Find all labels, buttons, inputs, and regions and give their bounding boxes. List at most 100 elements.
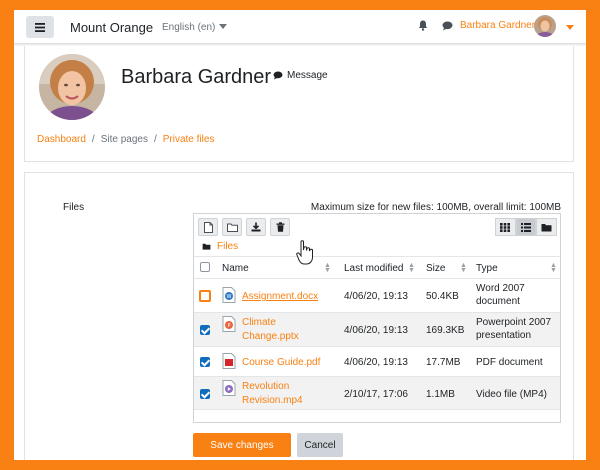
file-type-line: presentation — [476, 330, 532, 341]
delete-icon — [276, 222, 284, 232]
video-icon — [222, 380, 236, 396]
file-table: Name ▲ ▼ Last modified ▲ ▼ Size ▲ ▼ Type ▲ ▼… — [194, 256, 560, 410]
column-type[interactable]: Type — [476, 262, 498, 275]
svg-text:W: W — [227, 294, 232, 300]
sort-icon[interactable]: ▲ ▼ — [324, 262, 331, 274]
download-button[interactable] — [246, 218, 266, 236]
files-field-label: Files — [63, 202, 85, 213]
tree-view-button[interactable] — [536, 218, 558, 236]
sort-icon[interactable]: ▲ ▼ — [460, 262, 467, 274]
svg-text:P: P — [227, 323, 230, 329]
file-modified: 4/06/20, 19:13 — [344, 325, 408, 336]
user-caret-icon[interactable] — [566, 25, 574, 30]
file-name-line: Revolution — [242, 381, 290, 392]
breadcrumb-site-pages[interactable]: Site pages — [101, 134, 148, 145]
hand-cursor-icon — [296, 240, 313, 265]
file-name-line: Climate — [242, 317, 276, 328]
table-row[interactable]: Course Guide.pdf 4/06/20, 19:13 17.7MB P… — [194, 346, 560, 376]
sort-icon[interactable]: ▲ ▼ — [408, 262, 415, 274]
file-type-line: Powerpoint 2007 — [476, 317, 552, 328]
site-name[interactable]: Mount Orange — [70, 20, 153, 35]
download-icon — [251, 222, 261, 232]
row-checkbox[interactable] — [200, 325, 210, 335]
file-name-link[interactable]: Revolution Revision.mp4 — [242, 380, 303, 408]
breadcrumb-separator: / — [153, 134, 157, 145]
language-label: English (en) — [162, 22, 216, 33]
view-switcher — [495, 218, 558, 236]
bell-icon[interactable] — [418, 20, 428, 31]
select-all-checkbox[interactable] — [200, 262, 210, 272]
file-modified: 2/10/17, 17:06 — [344, 389, 408, 400]
file-size: 1.1MB — [426, 389, 455, 400]
page-header: Barbara Gardner Message Dashboard / Site p… — [24, 46, 574, 162]
file-type: Word 2007 document — [476, 282, 525, 308]
sort-icon[interactable]: ▲ ▼ — [550, 262, 557, 274]
file-name-line: Change.pptx — [242, 331, 299, 342]
message-button[interactable]: Message — [273, 70, 328, 81]
file-name-line: Revision.mp4 — [242, 395, 303, 406]
max-size-info: Maximum size for new files: 100MB, overa… — [310, 202, 561, 213]
grid-view-icon — [500, 222, 511, 232]
path-files-link[interactable]: Files — [217, 241, 238, 252]
create-folder-button[interactable] — [222, 218, 242, 236]
profile-name: Barbara Gardner — [121, 66, 272, 88]
breadcrumb: Dashboard / Site pages / Private files — [37, 134, 214, 145]
breadcrumb-dashboard[interactable]: Dashboard — [37, 134, 86, 145]
cancel-button[interactable]: Cancel — [297, 433, 343, 457]
pdf-icon — [222, 353, 236, 369]
navbar: Mount Orange English (en) Barbara Gardne… — [14, 10, 586, 44]
powerpoint-icon: P — [222, 316, 236, 332]
profile-picture — [39, 54, 105, 120]
main-content: Files Maximum size for new files: 100MB,… — [24, 172, 574, 460]
list-view-icon — [521, 222, 531, 232]
table-row[interactable]: W Assignment.docx 4/06/20, 19:13 50.4KB … — [194, 278, 560, 312]
word-document-icon: W — [222, 287, 236, 303]
file-type-line: document — [476, 296, 520, 307]
row-checkbox[interactable] — [199, 290, 211, 302]
column-size[interactable]: Size — [426, 262, 445, 275]
avatar[interactable] — [534, 15, 556, 37]
file-name-link[interactable]: Assignment.docx — [242, 290, 318, 304]
file-modified: 4/06/20, 19:13 — [344, 291, 408, 302]
row-checkbox[interactable] — [200, 357, 210, 367]
row-checkbox[interactable] — [200, 389, 210, 399]
file-name-link[interactable]: Course Guide.pdf — [242, 356, 320, 370]
file-size: 50.4KB — [426, 291, 459, 302]
add-file-button[interactable] — [198, 218, 218, 236]
delete-button[interactable] — [270, 218, 290, 236]
column-last-modified[interactable]: Last modified — [344, 262, 403, 275]
file-name-link[interactable]: Climate Change.pptx — [242, 316, 299, 344]
user-menu-name[interactable]: Barbara Gardner — [460, 20, 535, 31]
file-type: Video file (MP4) — [476, 389, 547, 400]
table-row[interactable]: Revolution Revision.mp4 2/10/17, 17:06 1… — [194, 376, 560, 410]
menu-icon — [35, 22, 45, 32]
table-header: Name ▲ ▼ Last modified ▲ ▼ Size ▲ ▼ Type ▲ ▼ — [194, 256, 560, 278]
grid-view-button[interactable] — [495, 218, 516, 236]
folder-icon — [202, 243, 211, 250]
file-type: Powerpoint 2007 presentation — [476, 316, 551, 342]
new-file-icon — [203, 221, 213, 233]
file-manager-toolbar — [194, 214, 560, 238]
file-size: 169.3KB — [426, 325, 465, 336]
menu-button[interactable] — [26, 16, 54, 38]
file-type: PDF document — [476, 357, 543, 368]
message-label: Message — [287, 70, 328, 81]
list-view-button[interactable] — [515, 218, 537, 236]
new-folder-icon — [226, 223, 238, 232]
tree-view-icon — [541, 223, 552, 231]
file-modified: 4/06/20, 19:13 — [344, 357, 408, 368]
chat-icon[interactable] — [442, 21, 453, 31]
file-size: 17.7MB — [426, 357, 461, 368]
file-type-line: Word 2007 — [476, 283, 525, 294]
breadcrumb-separator: / — [91, 134, 95, 145]
caret-down-icon — [219, 24, 228, 29]
table-row[interactable]: P Climate Change.pptx 4/06/20, 19:13 169… — [194, 312, 560, 346]
chat-icon — [273, 71, 283, 80]
language-menu[interactable]: English (en) — [162, 22, 228, 33]
file-path: Files — [202, 241, 238, 252]
save-changes-button[interactable]: Save changes — [193, 433, 291, 457]
breadcrumb-private-files[interactable]: Private files — [163, 134, 215, 145]
page-frame: Mount Orange English (en) Barbara Gardne… — [14, 10, 586, 460]
file-manager: Files Name ▲ ▼ Last modified ▲ ▼ Size ▲ ▼ T… — [193, 213, 561, 423]
column-name[interactable]: Name — [222, 262, 249, 275]
